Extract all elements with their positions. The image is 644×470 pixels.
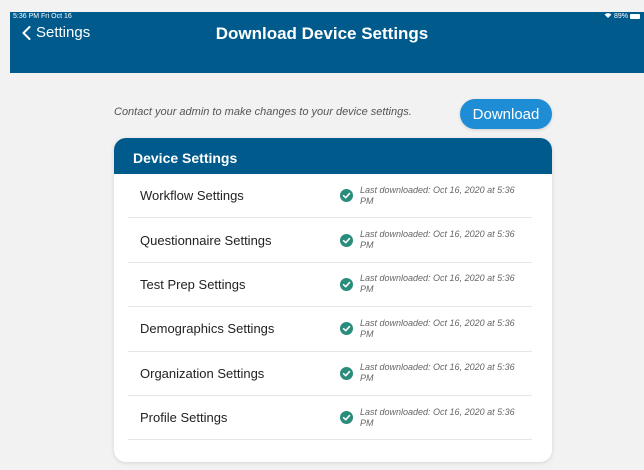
last-downloaded-text: Last downloaded: Oct 16, 2020 at 5:36 PM bbox=[360, 184, 515, 206]
last-downloaded-text: Last downloaded: Oct 16, 2020 at 5:36 PM bbox=[360, 362, 515, 384]
nav-header: 5:36 PM Fri Oct 16 89% bbox=[10, 12, 644, 73]
last-downloaded-text: Last downloaded: Oct 16, 2020 at 5:36 PM bbox=[360, 406, 515, 428]
check-circle-icon bbox=[340, 277, 353, 291]
settings-row-label: Organization Settings bbox=[140, 365, 265, 381]
settings-row: Test Prep Settings Last downloaded: Oct 1… bbox=[128, 263, 532, 308]
settings-list: Workflow Settings Last downloaded: Oct 16… bbox=[114, 174, 552, 441]
check-circle-icon bbox=[340, 322, 353, 336]
status-right: 89% bbox=[604, 12, 640, 21]
contact-admin-text: Contact your admin to make changes to yo… bbox=[114, 106, 412, 118]
back-label: Settings bbox=[36, 24, 91, 41]
check-circle-icon bbox=[340, 366, 353, 380]
check-circle-icon bbox=[340, 189, 353, 203]
settings-row-label: Questionnaire Settings bbox=[140, 232, 272, 248]
settings-row-label: Profile Settings bbox=[140, 410, 228, 426]
settings-row: Workflow Settings Last downloaded: Oct 16… bbox=[128, 174, 532, 219]
settings-row-label: Workflow Settings bbox=[140, 188, 244, 204]
back-button[interactable]: Settings bbox=[22, 24, 90, 41]
settings-row-label: Demographics Settings bbox=[140, 321, 275, 337]
last-downloaded-text: Last downloaded: Oct 16, 2020 at 5:36 PM bbox=[360, 273, 515, 295]
download-button[interactable]: Download bbox=[460, 99, 552, 129]
card-title: Device Settings bbox=[114, 138, 552, 174]
settings-row: Profile Settings Last downloaded: Oct 16,… bbox=[128, 396, 532, 441]
device-settings-card: Device Settings Workflow Settings Last do… bbox=[114, 138, 552, 462]
status-time: 5:36 PM Fri Oct 16 bbox=[13, 13, 72, 20]
top-strip bbox=[0, 0, 644, 12]
wifi-icon bbox=[604, 12, 612, 21]
settings-row: Questionnaire Settings Last downloaded: O… bbox=[128, 218, 532, 263]
check-circle-icon bbox=[340, 411, 353, 425]
settings-row: Organization Settings Last downloaded: Oc… bbox=[128, 352, 532, 396]
settings-row: Demographics Settings Last downloaded: Oc… bbox=[128, 307, 532, 352]
chevron-left-icon bbox=[22, 25, 31, 40]
check-circle-icon bbox=[340, 233, 353, 247]
last-downloaded-text: Last downloaded: Oct 16, 2020 at 5:36 PM bbox=[360, 229, 515, 251]
battery-percent: 89% bbox=[613, 13, 628, 20]
settings-row-label: Test Prep Settings bbox=[140, 276, 246, 292]
battery-icon bbox=[630, 14, 640, 19]
last-downloaded-text: Last downloaded: Oct 16, 2020 at 5:36 PM bbox=[360, 317, 515, 339]
